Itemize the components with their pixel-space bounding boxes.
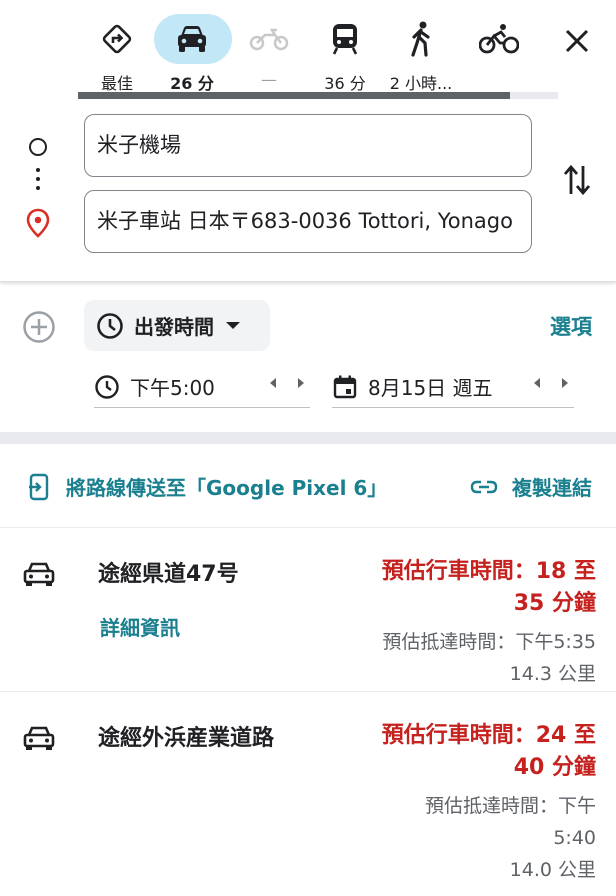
mode-best-label: 最佳	[100, 74, 133, 93]
route-details-link[interactable]: 詳細資訊	[100, 612, 180, 641]
time-value: 下午5:00	[130, 376, 215, 400]
link-icon	[470, 480, 498, 493]
route-summary: 預估行車時間：24 至 40 分鐘 預估抵達時間：下午 5:40 14.0 公里	[346, 720, 596, 886]
route-duration-line2: 40 分鐘	[513, 755, 596, 780]
destination-input[interactable]: 米子車站 日本〒683-0036 Tottori, Yonago	[84, 190, 532, 253]
date-value: 8月15日 週五	[368, 376, 493, 400]
mode-walk-label: 2 小時...	[389, 74, 453, 93]
mode-bicycle[interactable]	[460, 14, 538, 94]
copy-label: 複製連結	[512, 476, 592, 500]
time-selector[interactable]: 下午5:00	[94, 366, 310, 408]
bicycle-icon	[479, 22, 519, 56]
add-stop-button[interactable]	[22, 310, 56, 344]
add-circle-icon	[23, 311, 55, 343]
send-to-phone-button[interactable]: 將路線傳送至「Google Pixel 6」	[28, 472, 387, 501]
send-to-device-icon	[29, 473, 49, 500]
tab-indicator-fill	[78, 92, 510, 99]
swap-icon	[563, 164, 591, 196]
route-arrival-line1: 預估抵達時間：下午	[424, 795, 596, 817]
motorcycle-icon	[249, 22, 289, 56]
next-time-arrow-icon[interactable]	[298, 378, 304, 388]
route-inputs: 米子機場 米子車站 日本〒683-0036 Tottori, Yonago	[0, 100, 616, 282]
dropdown-arrow-icon	[226, 321, 240, 329]
route-option[interactable]: 途經外浜産業道路 預估行車時間：24 至 40 分鐘 預估抵達時間：下午 5:4…	[0, 692, 616, 896]
route-duration-line1: 預估行車時間：18 至	[381, 559, 596, 584]
clock-icon	[97, 312, 123, 339]
car-icon	[22, 560, 56, 588]
send-label: 將路線傳送至「Google Pixel 6」	[66, 476, 388, 500]
calendar-icon	[333, 375, 357, 398]
next-date-arrow-icon[interactable]	[562, 378, 568, 388]
time-stepper	[270, 378, 304, 388]
route-name: 途經外浜産業道路	[98, 726, 275, 751]
mode-transit[interactable]: 36 分	[306, 14, 384, 94]
origin-input[interactable]: 米子機場	[84, 114, 532, 177]
route-name: 途經県道47号	[98, 562, 239, 587]
car-icon	[22, 724, 56, 752]
route-results: 途經県道47号 詳細資訊 預估行車時間：18 至 35 分鐘 預估抵達時間：下午…	[0, 528, 616, 896]
route-dots-icon	[36, 168, 40, 195]
origin-circle-icon	[29, 138, 47, 156]
options-link[interactable]: 選項	[550, 311, 592, 341]
mode-tab-indicator	[78, 92, 558, 99]
route-summary: 預估行車時間：18 至 35 分鐘 預估抵達時間：下午5:35 14.3 公里	[346, 556, 596, 690]
close-icon	[565, 29, 589, 53]
share-actions: 將路線傳送至「Google Pixel 6」 複製連結	[0, 444, 616, 528]
copy-link-button[interactable]: 複製連結	[470, 472, 592, 501]
swap-button[interactable]	[560, 160, 594, 200]
car-icon	[172, 22, 212, 56]
mode-best[interactable]: 最佳	[78, 14, 156, 94]
route-distance: 14.0 公里	[509, 859, 596, 881]
mode-motorcycle-label: —	[261, 70, 277, 89]
close-button[interactable]	[560, 24, 594, 58]
train-icon	[325, 22, 365, 56]
mode-walk[interactable]: 2 小時...	[382, 14, 460, 94]
mode-transit-label: 36 分	[324, 74, 366, 93]
previous-time-arrow-icon[interactable]	[270, 378, 276, 388]
date-selector[interactable]: 8月15日 週五	[332, 366, 574, 408]
date-stepper	[534, 378, 568, 388]
route-arrival: 預估抵達時間：下午5:35	[382, 631, 596, 653]
mode-drive-label: 26 分	[170, 74, 214, 93]
destination-pin-icon	[26, 208, 50, 238]
route-distance: 14.3 公里	[509, 663, 596, 685]
mode-drive[interactable]: 26 分	[153, 14, 232, 94]
section-divider	[0, 432, 616, 444]
route-duration-line2: 35 分鐘	[513, 591, 596, 616]
route-option[interactable]: 途經県道47号 詳細資訊 預估行車時間：18 至 35 分鐘 預估抵達時間：下午…	[0, 528, 616, 692]
travel-mode-bar: 最佳 26 分 — 36 分 2 小時...	[78, 0, 616, 100]
directions-diamond-icon	[97, 22, 137, 56]
clock-icon	[95, 374, 119, 399]
depart-label: 出發時間	[134, 315, 214, 339]
previous-date-arrow-icon[interactable]	[534, 378, 540, 388]
route-arrival-line2: 5:40	[553, 827, 596, 849]
route-duration-line1: 預估行車時間：24 至	[381, 723, 596, 748]
depart-time-dropdown[interactable]: 出發時間	[84, 300, 270, 351]
walking-icon	[401, 21, 441, 57]
mode-motorcycle[interactable]: —	[230, 14, 308, 94]
